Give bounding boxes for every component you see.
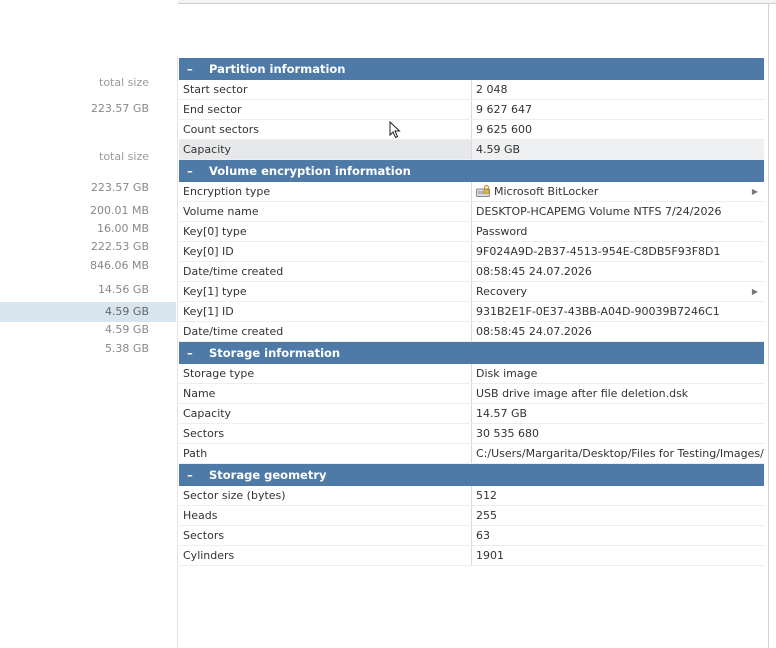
property-key: Date/time created bbox=[179, 262, 472, 281]
section-title: Volume encryption information bbox=[209, 164, 411, 178]
property-value: DESKTOP-HCAPEMG Volume NTFS 7/24/2026 bbox=[476, 205, 722, 218]
property-value: Recovery bbox=[476, 285, 528, 298]
property-row[interactable]: Key[0] type Password bbox=[179, 222, 764, 242]
total-size-header: total size bbox=[99, 150, 149, 163]
property-value: 14.57 GB bbox=[476, 407, 528, 420]
property-row[interactable]: Date/time created 08:58:45 24.07.2026 bbox=[179, 262, 764, 282]
disk-size-value[interactable]: 223.57 GB bbox=[0, 178, 176, 198]
property-value: Microsoft BitLocker bbox=[494, 185, 599, 198]
collapse-icon[interactable]: – bbox=[187, 342, 201, 364]
partition-size-value[interactable]: 200.01 MB bbox=[0, 201, 176, 221]
property-key: Storage type bbox=[179, 364, 472, 383]
property-key: Key[0] ID bbox=[179, 242, 472, 261]
property-row[interactable]: Date/time created 08:58:45 24.07.2026 bbox=[179, 322, 764, 342]
property-key: Cylinders bbox=[179, 546, 472, 565]
property-row[interactable]: Storage type Disk image bbox=[179, 364, 764, 384]
property-value: C:/Users/Margarita/Desktop/Files for Tes… bbox=[476, 447, 764, 460]
collapse-icon[interactable]: – bbox=[187, 464, 201, 486]
property-row-highlighted[interactable]: Capacity 4.59 GB bbox=[179, 140, 764, 160]
property-value: 931B2E1F-0E37-43BB-A04D-90039B7246C1 bbox=[476, 305, 720, 318]
property-key: Path bbox=[179, 444, 472, 463]
partition-size-value[interactable]: 4.59 GB bbox=[0, 320, 176, 340]
property-value: 9 625 600 bbox=[476, 123, 532, 136]
property-key: Sectors bbox=[179, 424, 472, 443]
property-value: 9 627 647 bbox=[476, 103, 532, 116]
property-row[interactable]: Count sectors 9 625 600 bbox=[179, 120, 764, 140]
property-key: Volume name bbox=[179, 202, 472, 221]
collapse-icon[interactable]: – bbox=[187, 58, 201, 80]
property-row[interactable]: Sector size (bytes) 512 bbox=[179, 486, 764, 506]
selected-partition-size[interactable]: 4.59 GB bbox=[0, 302, 176, 322]
partition-size-value[interactable]: 846.06 MB bbox=[0, 256, 176, 276]
property-value-container: Microsoft BitLocker ▶ bbox=[472, 182, 764, 201]
property-value: 1901 bbox=[476, 549, 504, 562]
properties-panel: – Partition information Start sector 2 0… bbox=[179, 58, 764, 566]
property-key: Count sectors bbox=[179, 120, 472, 139]
property-row[interactable]: Sectors 30 535 680 bbox=[179, 424, 764, 444]
property-key: End sector bbox=[179, 100, 472, 119]
property-key: Name bbox=[179, 384, 472, 403]
panel-divider[interactable] bbox=[177, 56, 178, 648]
property-key: Heads bbox=[179, 506, 472, 525]
property-value: 2 048 bbox=[476, 83, 508, 96]
property-value: 4.59 GB bbox=[476, 143, 521, 156]
partition-size-value[interactable]: 222.53 GB bbox=[0, 237, 176, 257]
total-size-header: total size bbox=[99, 76, 149, 89]
bitlocker-drive-icon bbox=[476, 185, 490, 197]
property-row[interactable]: Key[1] ID 931B2E1F-0E37-43BB-A04D-90039B… bbox=[179, 302, 764, 322]
property-row[interactable]: Key[0] ID 9F024A9D-2B37-4513-954E-C8DB5F… bbox=[179, 242, 764, 262]
property-value: Password bbox=[476, 225, 528, 238]
partition-size-value[interactable]: 5.38 GB bbox=[0, 339, 176, 359]
section-header-partition-information[interactable]: – Partition information bbox=[179, 58, 764, 80]
property-key: Capacity bbox=[179, 404, 472, 423]
property-key: Encryption type bbox=[179, 182, 472, 201]
section-title: Storage geometry bbox=[209, 468, 327, 482]
property-value: 512 bbox=[476, 489, 497, 502]
property-row[interactable]: Name USB drive image after file deletion… bbox=[179, 384, 764, 404]
property-value: 255 bbox=[476, 509, 497, 522]
property-row[interactable]: Key[1] type Recovery ▶ bbox=[179, 282, 764, 302]
property-key: Date/time created bbox=[179, 322, 472, 341]
property-value: Disk image bbox=[476, 367, 538, 380]
mouse-cursor-icon bbox=[389, 121, 401, 139]
expand-arrow-icon[interactable]: ▶ bbox=[752, 182, 758, 201]
property-key: Key[0] type bbox=[179, 222, 472, 241]
property-row[interactable]: End sector 9 627 647 bbox=[179, 100, 764, 120]
property-row[interactable]: Start sector 2 048 bbox=[179, 80, 764, 100]
section-title: Storage information bbox=[209, 346, 341, 360]
property-key: Key[1] ID bbox=[179, 302, 472, 321]
property-key: Capacity bbox=[179, 140, 472, 159]
disk-size-value[interactable]: 14.56 GB bbox=[0, 280, 176, 300]
property-value: USB drive image after file deletion.dsk bbox=[476, 387, 689, 400]
section-header-storage-geometry[interactable]: – Storage geometry bbox=[179, 464, 764, 486]
property-row[interactable]: Sectors 63 bbox=[179, 526, 764, 546]
section-title: Partition information bbox=[209, 62, 346, 76]
expand-arrow-icon[interactable]: ▶ bbox=[752, 282, 758, 301]
property-value-container: Recovery ▶ bbox=[472, 282, 764, 301]
property-value: 08:58:45 24.07.2026 bbox=[476, 265, 592, 278]
property-row[interactable]: Encryption type Microsoft BitLocker ▶ bbox=[179, 182, 764, 202]
property-row[interactable]: Cylinders 1901 bbox=[179, 546, 764, 566]
property-row[interactable]: Path C:/Users/Margarita/Desktop/Files fo… bbox=[179, 444, 764, 464]
property-key: Key[1] type bbox=[179, 282, 472, 301]
property-key: Sectors bbox=[179, 526, 472, 545]
property-value: 30 535 680 bbox=[476, 427, 539, 440]
property-value: 63 bbox=[476, 529, 490, 542]
right-window-edge bbox=[768, 4, 776, 648]
property-key: Start sector bbox=[179, 80, 472, 99]
property-row[interactable]: Volume name DESKTOP-HCAPEMG Volume NTFS … bbox=[179, 202, 764, 222]
property-value: 9F024A9D-2B37-4513-954E-C8DB5F93F8D1 bbox=[476, 245, 721, 258]
disk-list-panel: total size 223.57 GB total size 223.57 G… bbox=[0, 0, 178, 648]
property-value: 08:58:45 24.07.2026 bbox=[476, 325, 592, 338]
property-key: Sector size (bytes) bbox=[179, 486, 472, 505]
property-row[interactable]: Capacity 14.57 GB bbox=[179, 404, 764, 424]
partition-size-value[interactable]: 16.00 MB bbox=[0, 219, 176, 239]
property-row[interactable]: Heads 255 bbox=[179, 506, 764, 526]
disk-size-value[interactable]: 223.57 GB bbox=[0, 99, 176, 119]
section-header-storage-information[interactable]: – Storage information bbox=[179, 342, 764, 364]
collapse-icon[interactable]: – bbox=[187, 160, 201, 182]
section-header-volume-encryption-information[interactable]: – Volume encryption information bbox=[179, 160, 764, 182]
